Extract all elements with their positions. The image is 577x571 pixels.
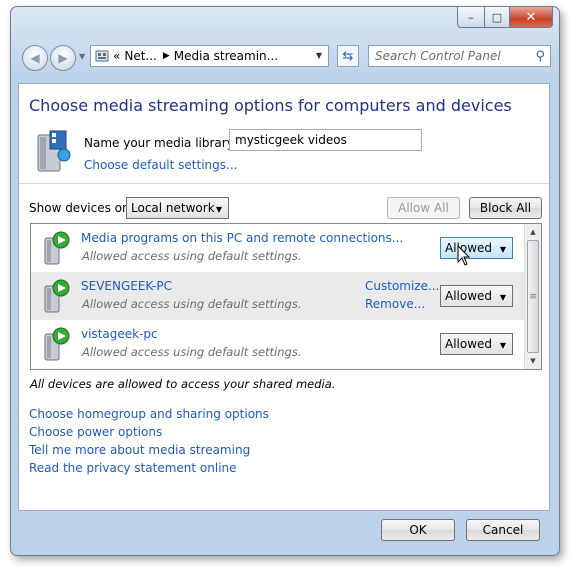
customize-link[interactable]: Customize... (365, 279, 439, 293)
device-status: Allowed access using default settings. (82, 297, 302, 311)
scrollbar-thumb[interactable]: ≡ (527, 240, 539, 353)
device-permission-select[interactable]: Allowed ▼ (440, 333, 513, 355)
device-row-media-programs[interactable]: Media programs on this PC and remote con… (31, 224, 525, 272)
navigation-bar: ◀ ▶ ▼ « Net... ▶ Media streamin... ▼ ⇆ S… (11, 35, 559, 77)
device-permission-select[interactable]: Allowed ▼ (440, 237, 513, 259)
forward-arrow-icon: ▶ (58, 51, 68, 65)
main-content: Choose media streaming options for compu… (18, 83, 550, 511)
chevron-down-icon: ▼ (499, 245, 506, 254)
close-button[interactable]: ✕ (510, 7, 553, 28)
device-list-scrollbar[interactable]: ▲ ≡ ▼ (524, 224, 541, 369)
chevron-down-icon: ▼ (499, 341, 506, 350)
breadcrumb-separator-icon[interactable]: ▶ (163, 51, 170, 61)
related-links: Choose homegroup and sharing options Cho… (29, 405, 269, 477)
media-device-icon (41, 230, 71, 269)
page-title: Choose media streaming options for compu… (29, 96, 512, 115)
device-status: Allowed access using default settings. (82, 249, 302, 263)
breadcrumb-overflow[interactable]: « (113, 49, 120, 63)
chevron-down-icon: ▼ (215, 205, 222, 214)
scroll-up-icon[interactable]: ▲ (525, 224, 541, 240)
show-devices-select[interactable]: Local network ▼ (126, 197, 229, 219)
address-dropdown-icon[interactable]: ▼ (316, 51, 322, 60)
homegroup-sharing-link[interactable]: Choose homegroup and sharing options (29, 405, 269, 423)
cancel-button[interactable]: Cancel (466, 519, 540, 541)
device-row-sevengeek-pc[interactable]: SEVENGEEK-PC Allowed access using defaul… (31, 272, 525, 320)
device-name-link[interactable]: SEVENGEEK-PC (81, 279, 172, 293)
choose-default-settings-link[interactable]: Choose default settings... (84, 158, 237, 172)
search-input[interactable]: Search Control Panel ⚲ (368, 45, 551, 67)
ok-button[interactable]: OK (381, 519, 455, 541)
library-name-label: Name your media library: (84, 136, 237, 150)
search-icon[interactable]: ⚲ (535, 49, 545, 64)
control-panel-icon (95, 50, 109, 62)
device-name-link[interactable]: Media programs on this PC and remote con… (81, 231, 403, 245)
control-panel-window: – □ ✕ ◀ ▶ ▼ « Net... ▶ Media streamin...… (10, 6, 560, 556)
breadcrumb-network[interactable]: Net... (124, 49, 157, 63)
device-name-link[interactable]: vistageek-pc (81, 327, 158, 341)
back-button[interactable]: ◀ (22, 45, 48, 71)
block-all-button[interactable]: Block All (469, 197, 542, 219)
device-permission-select[interactable]: Allowed ▼ (440, 285, 513, 307)
media-device-icon (41, 326, 71, 365)
media-streaming-help-link[interactable]: Tell me more about media streaming (29, 441, 269, 459)
access-note: All devices are allowed to access your s… (30, 377, 336, 391)
refresh-icon: ⇆ (342, 48, 354, 64)
refresh-button[interactable]: ⇆ (337, 45, 359, 67)
divider (19, 183, 549, 184)
address-bar[interactable]: « Net... ▶ Media streamin... ▼ (90, 45, 329, 67)
device-permission-value: Allowed (445, 337, 493, 351)
privacy-statement-link[interactable]: Read the privacy statement online (29, 459, 269, 477)
library-name-input[interactable] (229, 129, 422, 151)
recent-pages-chevron-icon[interactable]: ▼ (79, 52, 85, 61)
media-library-icon (32, 129, 76, 178)
minimize-button[interactable]: – (457, 7, 485, 28)
device-permission-value: Allowed (445, 289, 493, 303)
power-options-link[interactable]: Choose power options (29, 423, 269, 441)
device-status: Allowed access using default settings. (82, 345, 302, 359)
chevron-down-icon: ▼ (499, 293, 506, 302)
back-arrow-icon: ◀ (30, 51, 40, 65)
show-devices-label: Show devices on: (29, 201, 134, 215)
search-placeholder: Search Control Panel (375, 49, 501, 63)
scroll-down-icon[interactable]: ▼ (525, 353, 541, 369)
show-devices-value: Local network (131, 201, 215, 215)
caption-buttons: – □ ✕ (457, 7, 553, 28)
forward-button[interactable]: ▶ (50, 45, 76, 71)
device-row-vistageek-pc[interactable]: vistageek-pc Allowed access using defaul… (31, 320, 525, 368)
maximize-button[interactable]: □ (485, 7, 510, 28)
media-device-icon (41, 278, 71, 317)
remove-link[interactable]: Remove... (365, 297, 425, 311)
breadcrumb-media-streaming[interactable]: Media streamin... (174, 49, 278, 63)
dialog-footer: OK Cancel (18, 511, 550, 551)
allow-all-button[interactable]: Allow All (387, 197, 460, 219)
mouse-pointer-icon (457, 244, 471, 270)
